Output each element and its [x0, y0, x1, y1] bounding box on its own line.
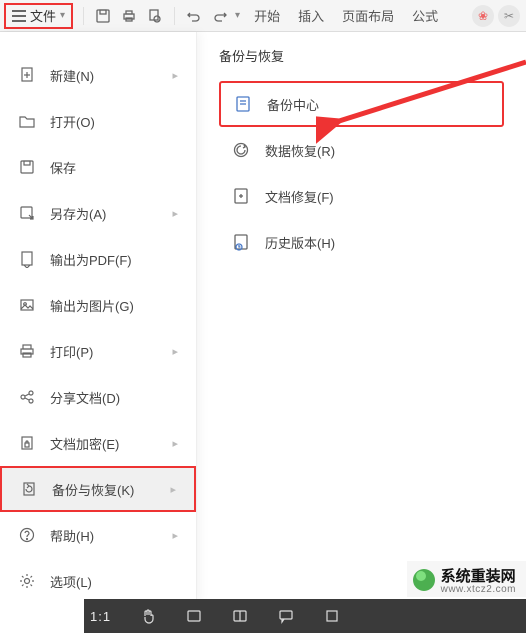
divider	[174, 7, 175, 25]
file-menu-label: 文件	[30, 6, 56, 25]
chevron-right-icon: ▸	[172, 69, 178, 82]
divider	[83, 7, 84, 25]
sidebar-item-export-image[interactable]: 输出为图片(G)	[0, 282, 196, 328]
option-doc-repair[interactable]: 文档修复(F)	[219, 173, 504, 219]
sidebar-item-label: 打印(P)	[50, 342, 172, 361]
sidebar-item-help[interactable]: 帮助(H) ▸	[0, 512, 196, 558]
file-sidebar: 新建(N) ▸ 打开(O) 保存 另存为(A) ▸ 输出为PDF(F) 输出为图…	[0, 32, 197, 602]
hamburger-icon	[12, 10, 26, 22]
ribbon-tabs: 开始 插入 页面布局 公式	[254, 6, 438, 25]
hand-tool-icon[interactable]	[139, 607, 157, 625]
option-backup-center[interactable]: 备份中心	[219, 81, 504, 127]
fullscreen-icon[interactable]	[323, 607, 341, 625]
section-title: 备份与恢复	[219, 46, 504, 65]
bottombar-cover	[0, 599, 84, 633]
save-icon[interactable]	[94, 7, 112, 25]
sidebar-item-save-as[interactable]: 另存为(A) ▸	[0, 190, 196, 236]
option-label: 历史版本(H)	[265, 233, 335, 252]
view-mode-icon[interactable]	[185, 607, 203, 625]
tab-insert[interactable]: 插入	[298, 6, 324, 25]
sidebar-item-label: 新建(N)	[50, 66, 172, 85]
sidebar-item-options[interactable]: 选项(L)	[0, 558, 196, 604]
sidebar-item-label: 分享文档(D)	[50, 388, 178, 407]
sidebar-item-backup-restore[interactable]: 备份与恢复(K) ▸	[0, 466, 196, 512]
file-menu-button[interactable]: 文件 ▾	[4, 3, 73, 29]
cut-icon[interactable]: ✂	[498, 5, 520, 27]
undo-icon[interactable]	[185, 7, 203, 25]
option-label: 数据恢复(R)	[265, 141, 335, 160]
chevron-right-icon: ▸	[172, 437, 178, 450]
image-export-icon	[18, 296, 36, 314]
chevron-down-icon: ▾	[60, 10, 65, 21]
gear-icon	[18, 572, 36, 590]
watermark-logo-icon	[413, 569, 435, 591]
save-as-icon	[18, 204, 36, 222]
toolbar-right: ❀ ✂	[472, 5, 520, 27]
sidebar-item-label: 帮助(H)	[50, 526, 172, 545]
lock-icon	[18, 434, 36, 452]
sidebar-item-new[interactable]: 新建(N) ▸	[0, 52, 196, 98]
preview-icon[interactable]	[146, 7, 164, 25]
sidebar-item-open[interactable]: 打开(O)	[0, 98, 196, 144]
main-area: 新建(N) ▸ 打开(O) 保存 另存为(A) ▸ 输出为PDF(F) 输出为图…	[0, 32, 526, 602]
sidebar-item-label: 文档加密(E)	[50, 434, 172, 453]
repair-icon	[231, 186, 251, 206]
tab-formula[interactable]: 公式	[412, 6, 438, 25]
chevron-down-icon[interactable]: ▾	[235, 10, 240, 21]
reading-mode-icon[interactable]	[231, 607, 249, 625]
sidebar-item-label: 备份与恢复(K)	[52, 480, 170, 499]
sidebar-item-encrypt[interactable]: 文档加密(E) ▸	[0, 420, 196, 466]
sidebar-item-label: 保存	[50, 158, 178, 177]
watermark: 系统重装网 www.xtcz2.com	[407, 561, 526, 597]
recovery-icon	[231, 140, 251, 160]
redo-icon[interactable]	[211, 7, 229, 25]
sidebar-item-label: 输出为PDF(F)	[50, 250, 178, 269]
option-label: 备份中心	[267, 95, 319, 114]
sidebar-item-save[interactable]: 保存	[0, 144, 196, 190]
backup-icon	[20, 480, 38, 498]
new-file-icon	[18, 66, 36, 84]
save-icon	[18, 158, 36, 176]
chevron-right-icon: ▸	[172, 529, 178, 542]
zoom-level[interactable]: 1:1	[90, 609, 111, 624]
backup-center-icon	[233, 94, 253, 114]
sidebar-item-label: 选项(L)	[50, 572, 178, 591]
sidebar-item-print[interactable]: 打印(P) ▸	[0, 328, 196, 374]
option-history-versions[interactable]: 历史版本(H)	[219, 219, 504, 265]
tab-page-layout[interactable]: 页面布局	[342, 6, 394, 25]
sidebar-item-export-pdf[interactable]: 输出为PDF(F)	[0, 236, 196, 282]
comment-icon[interactable]	[277, 607, 295, 625]
notification-icon[interactable]: ❀	[472, 5, 494, 27]
chevron-right-icon: ▸	[172, 207, 178, 220]
top-toolbar: 文件 ▾ ▾ 开始 插入 页面布局 公式 ❀ ✂	[0, 0, 526, 32]
sidebar-item-share[interactable]: 分享文档(D)	[0, 374, 196, 420]
option-data-recovery[interactable]: 数据恢复(R)	[219, 127, 504, 173]
sidebar-item-label: 输出为图片(G)	[50, 296, 178, 315]
backup-restore-panel: 备份与恢复 备份中心 数据恢复(R) 文档修复(F) 历史版本(H)	[197, 32, 526, 602]
watermark-url: www.xtcz2.com	[441, 584, 516, 595]
chevron-right-icon: ▸	[172, 345, 178, 358]
pdf-export-icon	[18, 250, 36, 268]
watermark-brand: 系统重装网	[441, 565, 516, 586]
sidebar-item-label: 另存为(A)	[50, 204, 172, 223]
printer-icon	[18, 342, 36, 360]
tab-start[interactable]: 开始	[254, 6, 280, 25]
chevron-right-icon: ▸	[170, 483, 176, 496]
share-icon	[18, 388, 36, 406]
help-icon	[18, 526, 36, 544]
option-label: 文档修复(F)	[265, 187, 334, 206]
history-icon	[231, 232, 251, 252]
print-icon[interactable]	[120, 7, 138, 25]
sidebar-item-label: 打开(O)	[50, 112, 178, 131]
folder-open-icon	[18, 112, 36, 130]
